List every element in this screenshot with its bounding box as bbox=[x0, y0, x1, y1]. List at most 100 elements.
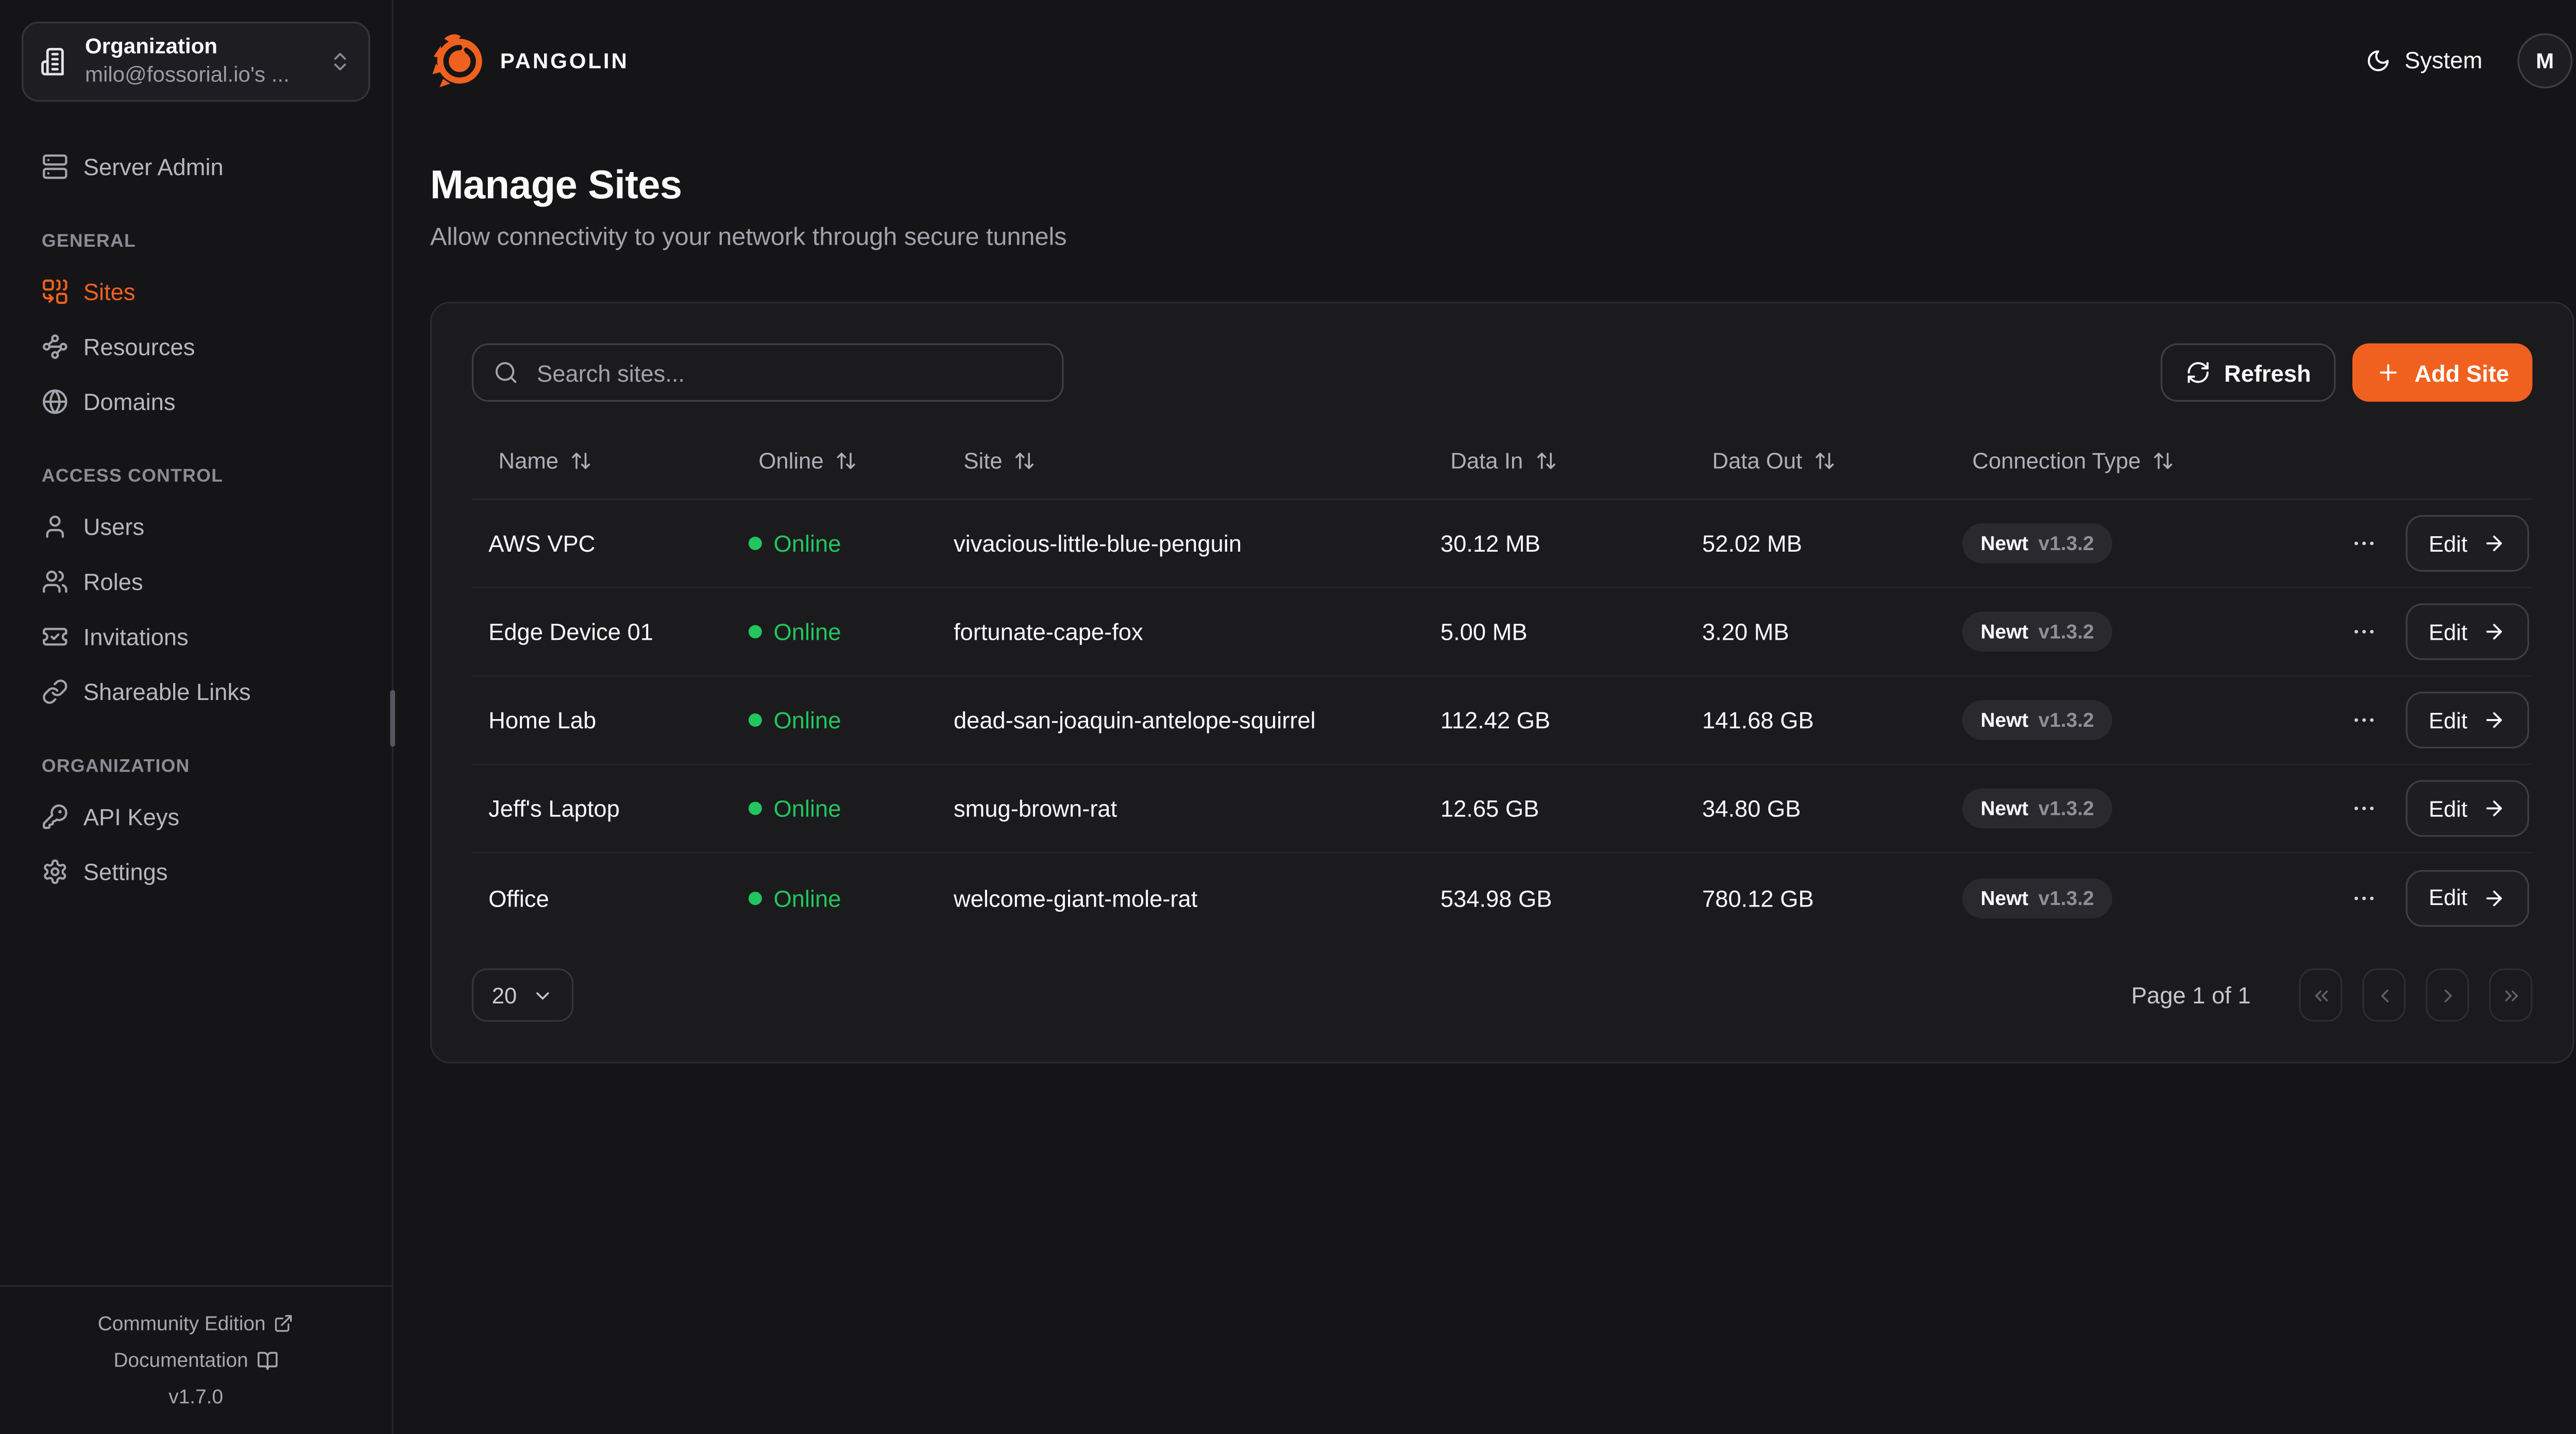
row-menu-button[interactable] bbox=[2347, 615, 2380, 648]
edit-button[interactable]: Edit bbox=[2405, 869, 2529, 926]
sort-icon bbox=[570, 450, 592, 472]
ellipsis-icon bbox=[2350, 707, 2377, 733]
column-header-data-in[interactable]: Data In bbox=[1424, 447, 1567, 475]
column-header-connection-type[interactable]: Connection Type bbox=[1945, 447, 2184, 475]
server-icon bbox=[42, 154, 69, 181]
chevrons-left-icon bbox=[2310, 984, 2331, 1006]
sidebar-item-api-keys[interactable]: API Keys bbox=[22, 790, 370, 845]
column-header-data-out[interactable]: Data Out bbox=[1686, 447, 1846, 475]
sort-icon bbox=[1535, 450, 1556, 472]
section-label-general: GENERAL bbox=[42, 231, 350, 251]
table-row: Home Lab Online dead-san-joaquin-antelop… bbox=[472, 677, 2533, 765]
ellipsis-icon bbox=[2350, 795, 2377, 822]
connection-version: v1.3.2 bbox=[2039, 797, 2094, 820]
sidebar-item-settings[interactable]: Settings bbox=[22, 845, 370, 900]
ellipsis-icon bbox=[2350, 530, 2377, 557]
sidebar-item-label: Shareable Links bbox=[83, 679, 251, 706]
arrow-right-icon bbox=[2482, 886, 2505, 909]
topbar-right: System M bbox=[2366, 32, 2572, 88]
page-subtitle: Allow connectivity to your network throu… bbox=[430, 224, 2574, 252]
row-menu-button[interactable] bbox=[2347, 881, 2380, 914]
moon-icon bbox=[2366, 47, 2392, 73]
sidebar-item-label: Invitations bbox=[83, 624, 189, 651]
online-status-dot bbox=[749, 713, 762, 727]
table-row: Office Online welcome-giant-mole-rat 534… bbox=[472, 853, 2533, 942]
sidebar-item-label: Domains bbox=[83, 389, 176, 416]
connection-type-badge: Newt v1.3.2 bbox=[1962, 612, 2112, 652]
online-status-label: Online bbox=[773, 795, 841, 822]
next-page-button[interactable] bbox=[2426, 968, 2469, 1022]
sidebar-item-resources[interactable]: Resources bbox=[22, 320, 370, 375]
sidebar-item-invitations[interactable]: Invitations bbox=[22, 610, 370, 665]
site-slug: smug-brown-rat bbox=[937, 795, 1424, 822]
building-icon bbox=[40, 46, 70, 76]
data-out-value: 34.80 GB bbox=[1686, 795, 1946, 822]
site-slug: vivacious-little-blue-penguin bbox=[937, 530, 1424, 557]
column-header-name[interactable]: Name bbox=[472, 447, 602, 475]
data-out-value: 780.12 GB bbox=[1686, 884, 1946, 911]
sidebar-item-domains[interactable]: Domains bbox=[22, 374, 370, 430]
sidebar-resize-handle[interactable] bbox=[390, 690, 395, 747]
sites-toolbar: Refresh Add Site bbox=[472, 344, 2533, 402]
previous-page-button[interactable] bbox=[2362, 968, 2405, 1022]
refresh-button[interactable]: Refresh bbox=[2161, 344, 2336, 402]
sidebar-item-shareable-links[interactable]: Shareable Links bbox=[22, 664, 370, 720]
table-row: AWS VPC Online vivacious-little-blue-pen… bbox=[472, 500, 2533, 589]
connection-type-badge: Newt v1.3.2 bbox=[1962, 789, 2112, 829]
sidebar-item-sites[interactable]: Sites bbox=[22, 265, 370, 320]
sidebar-item-users[interactable]: Users bbox=[22, 500, 370, 555]
connection-type: Newt bbox=[1980, 620, 2028, 643]
online-status-dot bbox=[749, 891, 762, 904]
connection-type: Newt bbox=[1980, 532, 2028, 555]
organization-selector[interactable]: Organization milo@fossorial.io's ... bbox=[22, 22, 370, 101]
documentation-link[interactable]: Documentation bbox=[0, 1342, 392, 1378]
add-site-button[interactable]: Add Site bbox=[2353, 344, 2533, 402]
table-row: Edge Device 01 Online fortunate-cape-fox… bbox=[472, 588, 2533, 677]
edit-button[interactable]: Edit bbox=[2405, 603, 2529, 660]
connection-version: v1.3.2 bbox=[2039, 532, 2094, 555]
search-input[interactable] bbox=[534, 357, 1042, 387]
data-out-value: 141.68 GB bbox=[1686, 707, 1946, 733]
connection-version: v1.3.2 bbox=[2039, 886, 2094, 909]
resources-icon bbox=[42, 334, 69, 361]
edit-button[interactable]: Edit bbox=[2405, 692, 2529, 748]
pangolin-logo-icon bbox=[430, 31, 487, 88]
link-icon bbox=[42, 679, 69, 706]
search-box[interactable] bbox=[472, 344, 1064, 402]
row-menu-button[interactable] bbox=[2347, 792, 2380, 825]
column-header-site[interactable]: Site bbox=[937, 447, 1046, 475]
edit-button[interactable]: Edit bbox=[2405, 515, 2529, 572]
main-area: PANGOLIN System M Manage Sites Allow con… bbox=[394, 0, 2576, 1434]
sidebar-item-label: Users bbox=[83, 514, 144, 541]
brand[interactable]: PANGOLIN bbox=[430, 31, 629, 88]
page-size-select[interactable]: 20 bbox=[472, 968, 573, 1022]
row-menu-button[interactable] bbox=[2347, 527, 2380, 560]
sidebar-item-roles[interactable]: Roles bbox=[22, 555, 370, 610]
arrow-right-icon bbox=[2482, 620, 2505, 643]
arrow-right-icon bbox=[2482, 532, 2505, 555]
page-size-value: 20 bbox=[492, 983, 517, 1008]
first-page-button[interactable] bbox=[2299, 968, 2342, 1022]
arrow-right-icon bbox=[2482, 797, 2505, 820]
avatar[interactable]: M bbox=[2517, 32, 2572, 88]
connection-type: Newt bbox=[1980, 708, 2028, 731]
sidebar-item-server-admin[interactable]: Server Admin bbox=[22, 140, 370, 195]
refresh-label: Refresh bbox=[2224, 359, 2311, 386]
online-status: Online bbox=[732, 884, 937, 911]
theme-toggle[interactable]: System bbox=[2366, 47, 2483, 74]
brand-name: PANGOLIN bbox=[500, 47, 629, 73]
community-edition-link[interactable]: Community Edition bbox=[0, 1305, 392, 1342]
online-status: Online bbox=[732, 795, 937, 822]
data-out-value: 52.02 MB bbox=[1686, 530, 1946, 557]
site-name: Jeff's Laptop bbox=[472, 795, 732, 822]
column-header-online[interactable]: Online bbox=[732, 447, 867, 475]
online-status-label: Online bbox=[773, 619, 841, 645]
last-page-button[interactable] bbox=[2489, 968, 2532, 1022]
online-status: Online bbox=[732, 619, 937, 645]
edit-button[interactable]: Edit bbox=[2405, 780, 2529, 836]
sidebar-item-label: Roles bbox=[83, 569, 143, 595]
sidebar-item-label: Server Admin bbox=[83, 154, 224, 181]
key-icon bbox=[42, 804, 69, 831]
row-menu-button[interactable] bbox=[2347, 704, 2380, 737]
sidebar-item-label: Sites bbox=[83, 279, 135, 305]
